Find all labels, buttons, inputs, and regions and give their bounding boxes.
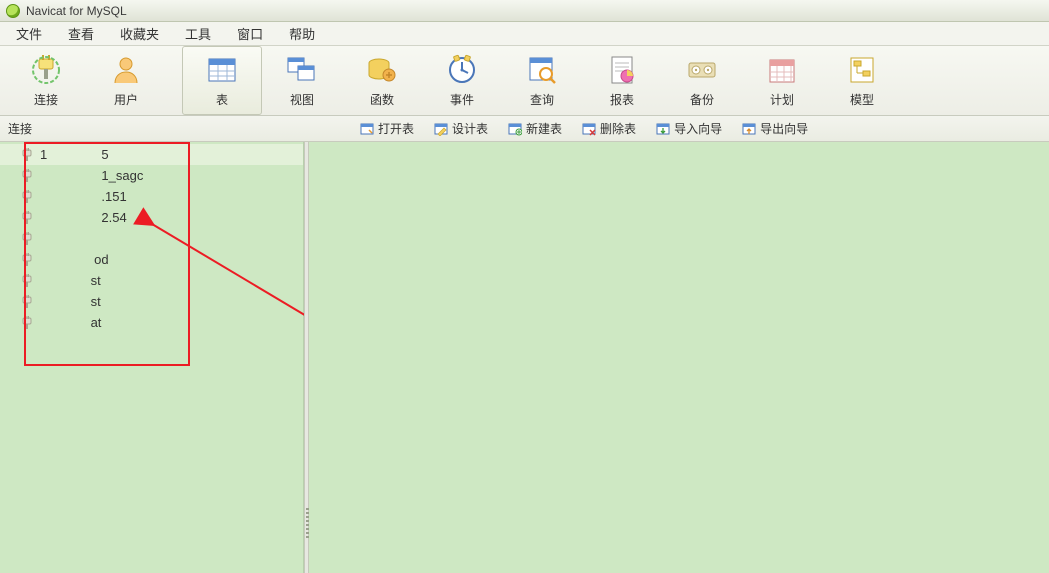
titlebar: Navicat for MySQL — [0, 0, 1049, 22]
content-area — [309, 142, 1049, 573]
connection-label: 1 5 — [40, 147, 109, 162]
connection-item[interactable]: .151 — [0, 186, 303, 207]
connection-sidebar: 1 5 1_sagc .151 2.54 od st st at — [0, 142, 304, 573]
connection-item[interactable]: 1 5 — [0, 144, 303, 165]
open-table-button[interactable]: 打开表 — [360, 120, 414, 137]
design-table-label: 设计表 — [452, 120, 488, 137]
toolbar-table-button[interactable]: 表 — [182, 46, 262, 115]
menu-tools[interactable]: 工具 — [185, 24, 211, 43]
plug-icon — [20, 316, 34, 330]
connection-item[interactable]: st — [0, 270, 303, 291]
user-icon — [108, 53, 144, 87]
toolbar-user-button[interactable]: 用户 — [86, 46, 166, 115]
query-icon — [524, 53, 560, 87]
connection-label: 2.54 — [40, 210, 127, 225]
app-icon — [6, 4, 20, 18]
toolbar-backup-label: 备份 — [690, 91, 714, 108]
plug-icon — [20, 190, 34, 204]
design-table-icon — [434, 122, 448, 136]
menu-help[interactable]: 帮助 — [289, 24, 315, 43]
import-icon — [656, 122, 670, 136]
toolbar-schedule-label: 计划 — [770, 91, 794, 108]
plug-icon — [20, 211, 34, 225]
connection-list: 1 5 1_sagc .151 2.54 od st st at — [0, 142, 303, 335]
import-wizard-label: 导入向导 — [674, 120, 722, 137]
toolbar-model-label: 模型 — [850, 91, 874, 108]
plug-icon — [20, 253, 34, 267]
export-wizard-label: 导出向导 — [760, 120, 808, 137]
toolbar-model-button[interactable]: 模型 — [822, 46, 902, 115]
toolbar-report-button[interactable]: 报表 — [582, 46, 662, 115]
import-wizard-button[interactable]: 导入向导 — [656, 120, 722, 137]
connection-item[interactable]: at — [0, 312, 303, 333]
toolbar-schedule-button[interactable]: 计划 — [742, 46, 822, 115]
new-table-icon — [508, 122, 522, 136]
plug-icon — [20, 148, 34, 162]
main-toolbar: 连接 用户 表 视图 — [0, 46, 1049, 116]
report-icon — [604, 53, 640, 87]
toolbar-view-button[interactable]: 视图 — [262, 46, 342, 115]
toolbar-query-button[interactable]: 查询 — [502, 46, 582, 115]
delete-table-icon — [582, 122, 596, 136]
menu-favorites[interactable]: 收藏夹 — [120, 24, 159, 43]
new-table-button[interactable]: 新建表 — [508, 120, 562, 137]
menubar: 文件 查看 收藏夹 工具 窗口 帮助 — [0, 22, 1049, 46]
toolbar-event-button[interactable]: 事件 — [422, 46, 502, 115]
connection-label: od — [40, 252, 109, 267]
delete-table-label: 删除表 — [600, 120, 636, 137]
table-icon — [204, 53, 240, 87]
connection-label: at — [40, 315, 101, 330]
toolbar-connect-button[interactable]: 连接 — [6, 46, 86, 115]
backup-icon — [684, 53, 720, 87]
connection-item[interactable]: st — [0, 291, 303, 312]
delete-table-button[interactable]: 删除表 — [582, 120, 636, 137]
toolbar-function-button[interactable]: 函数 — [342, 46, 422, 115]
connection-item[interactable] — [0, 228, 303, 249]
toolbar-connect-label: 连接 — [34, 91, 58, 108]
plug-icon — [20, 169, 34, 183]
connection-item[interactable]: 1_sagc — [0, 165, 303, 186]
connection-label: st — [40, 294, 101, 309]
view-icon — [284, 53, 320, 87]
new-table-label: 新建表 — [526, 120, 562, 137]
design-table-button[interactable]: 设计表 — [434, 120, 488, 137]
app-title: Navicat for MySQL — [26, 4, 127, 18]
connection-label — [40, 231, 44, 246]
plug-icon — [20, 274, 34, 288]
plug-icon — [20, 232, 34, 246]
connection-item[interactable]: od — [0, 249, 303, 270]
clock-icon — [444, 53, 480, 87]
model-icon — [844, 53, 880, 87]
toolbar-user-label: 用户 — [114, 91, 138, 108]
connection-panel-label: 连接 — [8, 120, 308, 137]
sub-toolbar: 连接 打开表 设计表 新建表 删除表 导入向导 — [0, 116, 1049, 142]
connection-label: st — [40, 273, 101, 288]
toolbar-report-label: 报表 — [610, 91, 634, 108]
menu-window[interactable]: 窗口 — [237, 24, 263, 43]
connection-item[interactable]: 2.54 — [0, 207, 303, 228]
toolbar-table-label: 表 — [216, 91, 228, 108]
plug-icon — [28, 53, 64, 87]
export-wizard-button[interactable]: 导出向导 — [742, 120, 808, 137]
toolbar-function-label: 函数 — [370, 91, 394, 108]
calendar-icon — [764, 53, 800, 87]
toolbar-query-label: 查询 — [530, 91, 554, 108]
menu-view[interactable]: 查看 — [68, 24, 94, 43]
open-table-icon — [360, 122, 374, 136]
export-icon — [742, 122, 756, 136]
open-table-label: 打开表 — [378, 120, 414, 137]
connection-label: .151 — [40, 189, 127, 204]
toolbar-event-label: 事件 — [450, 91, 474, 108]
plug-icon — [20, 295, 34, 309]
toolbar-view-label: 视图 — [290, 91, 314, 108]
connection-label: 1_sagc — [40, 168, 143, 183]
menu-file[interactable]: 文件 — [16, 24, 42, 43]
function-icon — [364, 53, 400, 87]
toolbar-backup-button[interactable]: 备份 — [662, 46, 742, 115]
body: 1 5 1_sagc .151 2.54 od st st at — [0, 142, 1049, 573]
